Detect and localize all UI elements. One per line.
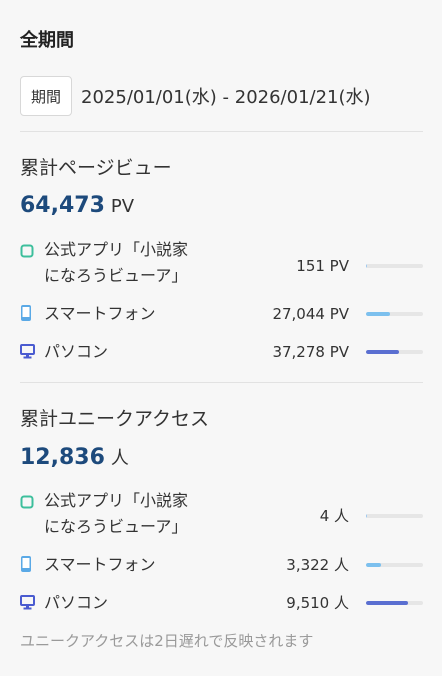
share-bar-fill xyxy=(366,563,381,567)
row-label: パソコン xyxy=(44,593,109,612)
pageviews-row-smartphone: スマートフォン 27,044 PV xyxy=(20,301,423,327)
share-bar-fill xyxy=(366,601,408,605)
pageviews-title: 累計ページビュー xyxy=(20,157,172,179)
share-bar-fill xyxy=(366,312,390,316)
share-bar-fill xyxy=(366,350,399,354)
unique-total: 12,836 人 xyxy=(20,444,129,470)
share-bar-fill xyxy=(366,514,367,518)
page-title: 全期間 xyxy=(20,30,74,51)
row-label: 公式アプリ「小説家 xyxy=(44,491,189,510)
row-value: 3,322 人 xyxy=(286,556,349,574)
unique-title: 累計ユニークアクセス xyxy=(20,408,210,430)
pageviews-total-unit: PV xyxy=(110,196,135,217)
smartphone-icon xyxy=(21,556,31,572)
pc-icon xyxy=(20,595,35,610)
row-value: 4 人 xyxy=(319,507,349,525)
divider xyxy=(20,131,423,132)
row-label-line2: になろうビューア」 xyxy=(44,266,188,285)
share-bar xyxy=(366,601,423,605)
row-value: 151 PV xyxy=(296,257,349,275)
pc-icon xyxy=(20,344,35,359)
share-bar xyxy=(366,264,423,268)
pageviews-row-pc: パソコン 37,278 PV xyxy=(20,339,423,365)
app-icon xyxy=(20,495,34,509)
share-bar-fill xyxy=(366,264,367,268)
unique-total-unit: 人 xyxy=(110,448,129,469)
row-value: 27,044 PV xyxy=(272,305,349,323)
app-icon xyxy=(20,244,34,258)
share-bar xyxy=(366,563,423,567)
unique-row-pc: パソコン 9,510 人 xyxy=(20,590,423,616)
period-range: 2025/01/01(水) - 2026/01/21(水) xyxy=(81,87,371,108)
pageviews-total: 64,473 PV xyxy=(20,193,134,218)
row-label: スマートフォン xyxy=(44,304,156,323)
pageviews-row-app: 公式アプリ「小説家 になろうビューア」 151 PV xyxy=(20,237,423,289)
pageviews-total-number: 64,473 xyxy=(20,193,105,218)
period-row: 期間 2025/01/01(水) - 2026/01/21(水) xyxy=(20,76,371,116)
access-stats-panel: 全期間 期間 2025/01/01(水) - 2026/01/21(水) 累計ペ… xyxy=(0,0,442,676)
row-label: スマートフォン xyxy=(44,555,156,574)
row-value: 37,278 PV xyxy=(272,343,349,361)
share-bar xyxy=(366,312,423,316)
share-bar xyxy=(366,514,423,518)
footer-note: ユニークアクセスは2日遅れで反映されます xyxy=(20,632,314,650)
unique-row-app: 公式アプリ「小説家 になろうビューア」 4 人 xyxy=(20,488,423,540)
row-label: 公式アプリ「小説家 xyxy=(44,240,189,259)
share-bar xyxy=(366,350,423,354)
row-label-line2: になろうビューア」 xyxy=(44,517,188,536)
smartphone-icon xyxy=(21,305,31,321)
row-value: 9,510 人 xyxy=(286,594,349,612)
row-label: パソコン xyxy=(44,342,109,361)
unique-row-smartphone: スマートフォン 3,322 人 xyxy=(20,552,423,578)
period-badge: 期間 xyxy=(20,76,73,116)
divider xyxy=(20,382,423,383)
unique-total-number: 12,836 xyxy=(20,445,105,470)
